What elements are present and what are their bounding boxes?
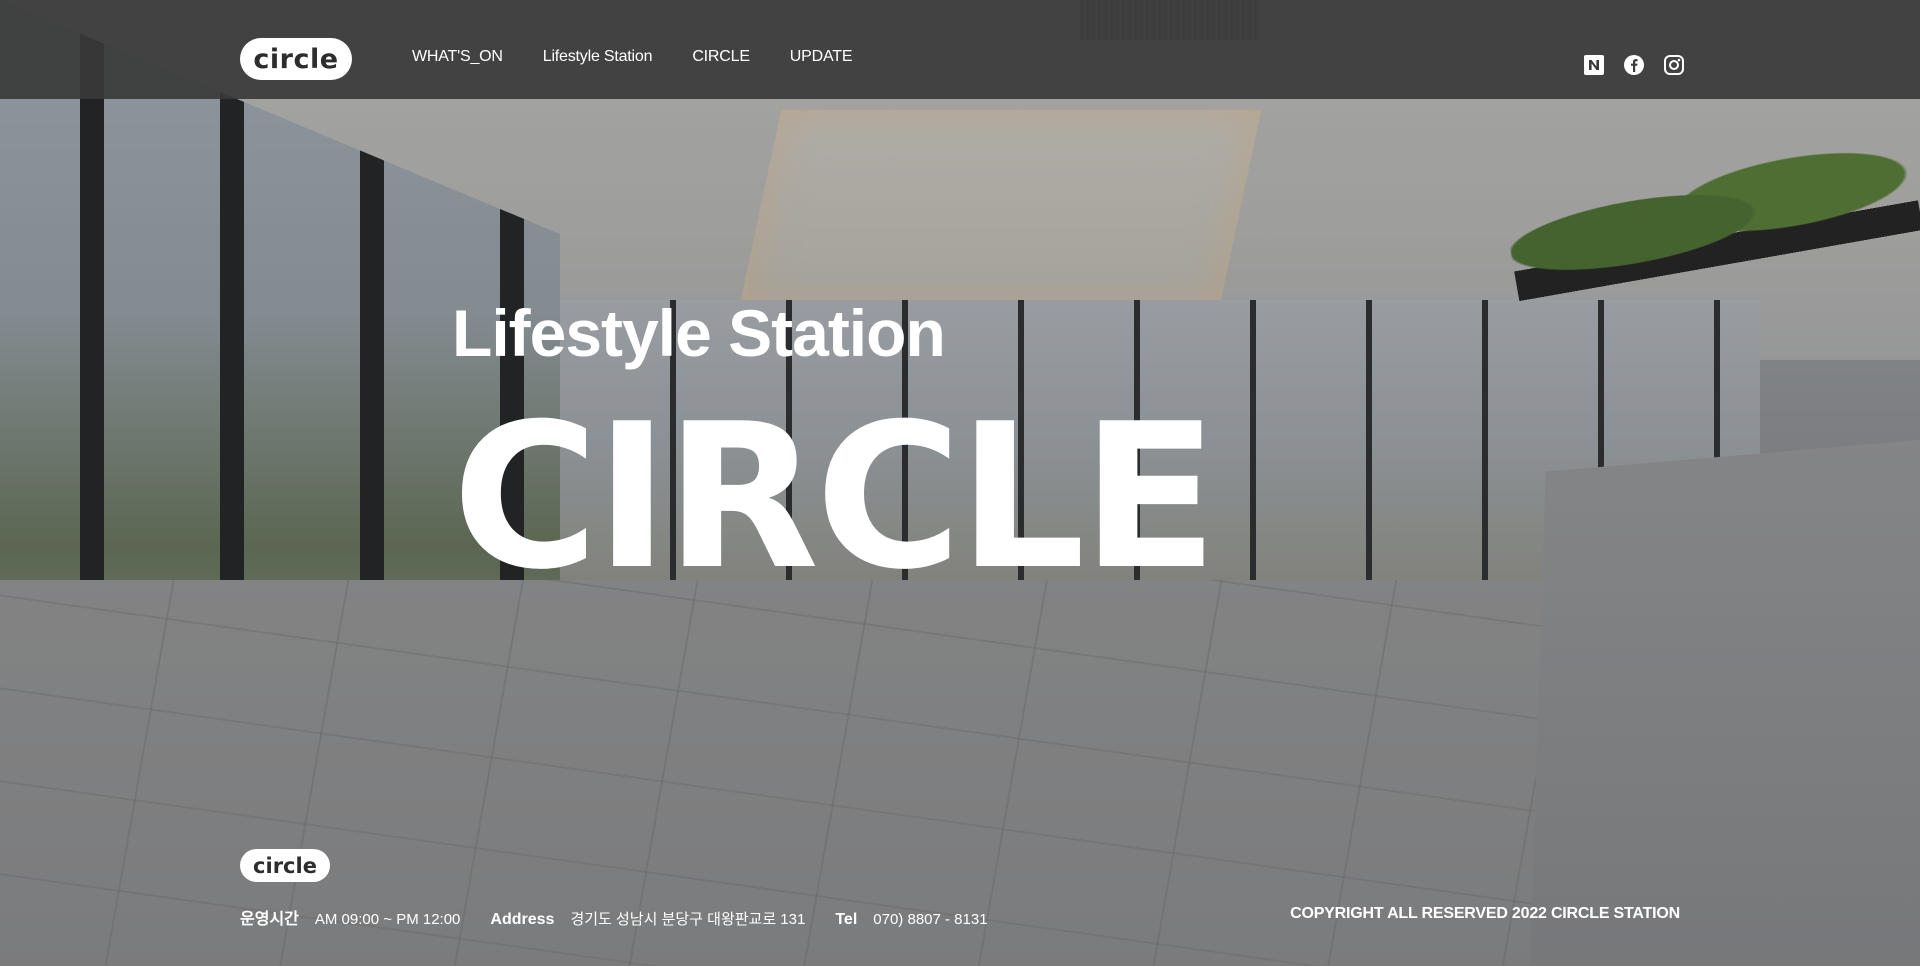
header-logo[interactable]: circle xyxy=(240,38,352,80)
hero-subtitle: Lifestyle Station xyxy=(452,296,946,370)
address-value: 경기도 성남시 분당구 대왕판교로 131 xyxy=(570,911,806,928)
tel-value[interactable]: 070) 8807 - 8131 xyxy=(873,911,987,928)
instagram-icon[interactable] xyxy=(1663,54,1685,76)
naver-icon[interactable] xyxy=(1583,54,1605,76)
hours-value: AM 09:00 ~ PM 12:00 xyxy=(314,911,461,928)
top-header: circle WHAT'S_ON Lifestyle Station CIRCL… xyxy=(0,0,1920,99)
address-label: Address xyxy=(490,911,555,928)
footer-info: 운영시간 AM 09:00 ~ PM 12:00 Address 경기도 성남시… xyxy=(240,905,1018,929)
facebook-icon[interactable] xyxy=(1623,54,1645,76)
main-nav: WHAT'S_ON Lifestyle Station CIRCLE UPDAT… xyxy=(412,48,853,66)
footer-logo[interactable]: circle xyxy=(240,849,330,882)
hours-label: 운영시간 xyxy=(240,911,299,928)
nav-update[interactable]: UPDATE xyxy=(790,48,853,66)
nav-circle[interactable]: CIRCLE xyxy=(692,48,750,66)
social-links xyxy=(1583,54,1685,76)
nav-whats-on[interactable]: WHAT'S_ON xyxy=(412,48,503,66)
hero-title: CIRCLE xyxy=(452,381,1218,614)
copyright-text: COPYRIGHT ALL RESERVED 2022 CIRCLE STATI… xyxy=(1290,905,1680,922)
tel-label: Tel xyxy=(835,911,858,928)
nav-lifestyle-station[interactable]: Lifestyle Station xyxy=(543,48,653,66)
page: circle WHAT'S_ON Lifestyle Station CIRCL… xyxy=(0,0,1920,966)
